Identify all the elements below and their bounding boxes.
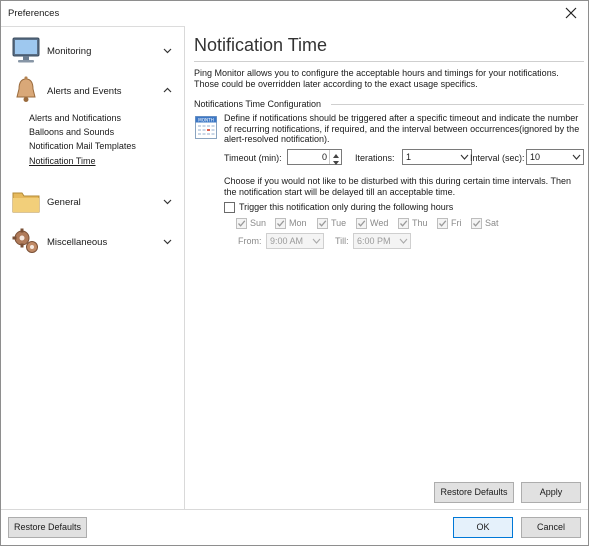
till-time-select[interactable]: 6:00 PM	[353, 233, 411, 249]
stepper-down-icon[interactable]	[332, 158, 340, 165]
folder-icon	[10, 185, 42, 217]
day-label-wed: Wed	[370, 218, 389, 228]
timeout-stepper-buttons[interactable]	[329, 150, 341, 165]
chevron-down-icon	[460, 153, 469, 161]
day-checkbox-fri[interactable]	[437, 218, 448, 229]
window-title: Preferences	[8, 8, 60, 19]
chevron-down-icon	[399, 237, 408, 245]
trigger-hours-label[interactable]: Trigger this notification only during th…	[239, 202, 453, 212]
preferences-window: Preferences Monitoring Alerts and Events…	[0, 0, 589, 546]
footer-divider	[1, 509, 588, 510]
page-title: Notification Time	[194, 35, 328, 55]
bell-icon	[10, 74, 42, 106]
chevron-down-icon	[312, 237, 321, 245]
timeout-stepper[interactable]: 0	[287, 149, 342, 165]
page-description: Ping Monitor allows you to configure the…	[194, 68, 559, 89]
interval-label: Interval (sec):	[470, 153, 525, 163]
sidebar-item-balloons-and-sounds[interactable]: Balloons and Sounds	[29, 127, 114, 137]
timeout-label: Timeout (min):	[224, 153, 282, 163]
day-label-sun: Sun	[250, 218, 267, 228]
close-icon[interactable]	[562, 4, 580, 22]
ok-button[interactable]: OK	[453, 517, 513, 538]
quiet-hours-description: Choose if you would not like to be distu…	[224, 176, 572, 197]
cancel-button[interactable]: Cancel	[521, 517, 581, 538]
day-checkbox-sun[interactable]	[236, 218, 247, 229]
from-time-select[interactable]: 9:00 AM	[266, 233, 324, 249]
timeout-value: 0	[321, 152, 327, 162]
apply-button[interactable]: Apply	[521, 482, 581, 503]
calendar-icon: MONTH	[195, 116, 217, 139]
sidebar-category-label: General	[47, 197, 81, 208]
day-label-tue: Tue	[331, 218, 347, 228]
iterations-label: Iterations:	[355, 153, 395, 163]
restore-defaults-page-button[interactable]: Restore Defaults	[434, 482, 514, 503]
chevron-down-icon[interactable]	[162, 236, 173, 247]
day-label-thu: Thu	[412, 218, 428, 228]
day-checkbox-sat[interactable]	[471, 218, 482, 229]
interval-select[interactable]: 10	[526, 149, 584, 165]
day-checkbox-wed[interactable]	[356, 218, 367, 229]
sidebar: Monitoring Alerts and Events Alerts and …	[1, 26, 185, 510]
restore-defaults-button[interactable]: Restore Defaults	[8, 517, 87, 538]
main-panel: Notification Time Ping Monitor allows yo…	[186, 26, 588, 510]
day-checkbox-tue[interactable]	[317, 218, 328, 229]
day-checkbox-mon[interactable]	[275, 218, 286, 229]
sidebar-category-label: Monitoring	[47, 46, 92, 57]
sidebar-category-label: Miscellaneous	[47, 237, 108, 248]
gears-icon	[10, 225, 42, 257]
day-checkbox-thu[interactable]	[398, 218, 409, 229]
till-time-value: 6:00 PM	[357, 236, 391, 246]
chevron-up-icon[interactable]	[162, 85, 173, 96]
from-label: From:	[238, 236, 262, 246]
chevron-down-icon[interactable]	[162, 196, 173, 207]
iterations-select[interactable]: 1	[402, 149, 472, 165]
sidebar-category-monitoring[interactable]: Monitoring	[1, 31, 185, 69]
from-time-value: 9:00 AM	[270, 236, 304, 246]
day-label-fri: Fri	[451, 218, 462, 228]
chevron-down-icon	[572, 153, 581, 161]
day-label-mon: Mon	[289, 218, 307, 228]
sidebar-category-general[interactable]: General	[1, 182, 185, 220]
day-label-sat: Sat	[485, 218, 499, 228]
timing-description: Define if notifications should be trigge…	[224, 113, 580, 144]
iterations-value: 1	[406, 152, 412, 162]
sidebar-item-alerts-and-notifications[interactable]: Alerts and Notifications	[29, 113, 121, 123]
sidebar-category-miscellaneous[interactable]: Miscellaneous	[1, 222, 185, 260]
stepper-up-icon[interactable]	[332, 151, 340, 158]
sidebar-category-label: Alerts and Events	[47, 86, 122, 97]
sidebar-item-notification-mail-templates[interactable]: Notification Mail Templates	[29, 141, 136, 151]
trigger-hours-checkbox[interactable]	[224, 202, 235, 213]
till-label: Till:	[335, 236, 349, 246]
section-divider	[331, 104, 584, 105]
sidebar-item-notification-time[interactable]: Notification Time	[29, 156, 96, 166]
title-bar: Preferences	[1, 1, 588, 26]
chevron-down-icon[interactable]	[162, 45, 173, 56]
interval-value: 10	[530, 152, 541, 162]
calendar-icon-text: MONTH	[198, 117, 214, 122]
sidebar-category-alerts[interactable]: Alerts and Events	[1, 71, 185, 109]
title-divider	[194, 61, 584, 62]
section-label: Notifications Time Configuration	[194, 99, 322, 109]
monitor-icon	[10, 34, 42, 66]
